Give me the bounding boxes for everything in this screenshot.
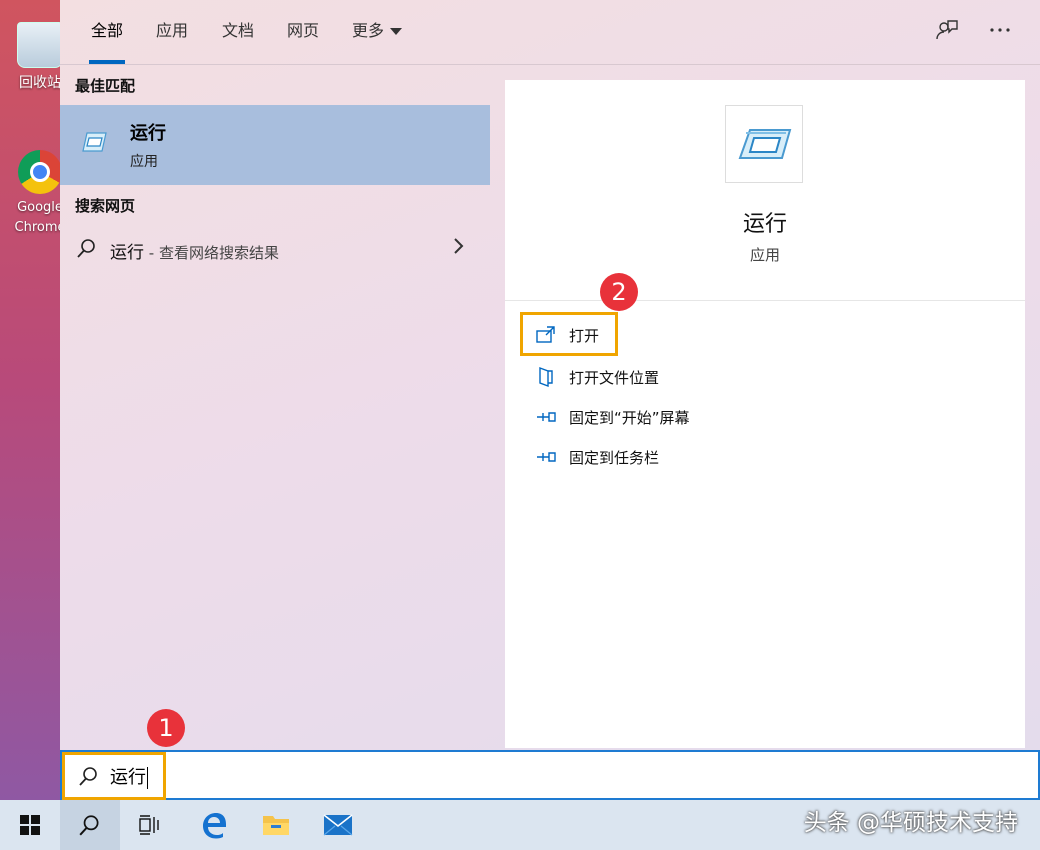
divider — [505, 300, 1025, 301]
task-view-icon — [139, 815, 159, 835]
web-result-hint: - 查看网络搜索结果 — [144, 244, 279, 262]
taskbar-search-button[interactable] — [60, 800, 120, 850]
edge-icon — [203, 813, 226, 839]
pin-icon — [535, 446, 557, 468]
preview-app-type: 应用 — [749, 246, 780, 264]
pin-icon — [535, 406, 557, 428]
tab-apps[interactable]: 应用 — [156, 0, 188, 64]
best-match-name: 运行 — [130, 123, 166, 144]
best-match-type: 应用 — [130, 154, 158, 170]
best-match-item[interactable]: 运行 应用 — [60, 105, 490, 185]
web-heading: 搜索网页 — [75, 197, 136, 215]
task-view-button[interactable] — [120, 800, 180, 850]
feedback-icon[interactable] — [933, 18, 961, 46]
edge-button[interactable] — [184, 800, 244, 850]
mail-icon — [323, 814, 353, 836]
action-label: 打开文件位置 — [569, 369, 660, 387]
action-pin-start[interactable]: 固定到“开始”屏幕 — [525, 400, 825, 434]
tab-more[interactable]: 更多 — [352, 0, 403, 64]
windows-icon — [20, 815, 40, 835]
mail-button[interactable] — [308, 800, 368, 850]
web-result-query: 运行 — [110, 243, 144, 263]
preview-app-name: 运行 — [742, 212, 787, 237]
folder-icon — [263, 816, 289, 835]
search-icon — [78, 765, 100, 791]
start-button[interactable] — [0, 800, 60, 850]
tab-all[interactable]: 全部 — [88, 0, 126, 64]
best-match-heading: 最佳匹配 — [75, 77, 136, 95]
tab-web[interactable]: 网页 — [287, 0, 319, 64]
run-app-large-icon — [725, 105, 803, 183]
run-app-icon — [82, 131, 108, 153]
action-label: 固定到“开始”屏幕 — [569, 409, 690, 427]
search-input-value: 运行 — [110, 767, 146, 788]
web-result-text: 运行 - 查看网络搜索结果 — [110, 238, 279, 263]
search-box[interactable] — [60, 750, 1040, 800]
web-search-result[interactable]: 运行 - 查看网络搜索结果 — [60, 229, 490, 269]
step-badge-2: 2 — [600, 273, 638, 311]
search-icon — [79, 815, 99, 836]
watermark: 头条 @华硕技术支持 — [803, 810, 1018, 836]
chevron-right-icon[interactable] — [452, 235, 466, 263]
search-icon — [76, 237, 98, 263]
ellipsis-icon[interactable] — [986, 18, 1014, 46]
recycle-bin-icon — [17, 22, 63, 68]
tab-more-label: 更多 — [352, 21, 385, 40]
text-cursor — [147, 767, 148, 789]
file-explorer-button[interactable] — [246, 800, 306, 850]
tab-bar: 全部 应用 文档 网页 更多 — [60, 0, 1040, 65]
action-pin-taskbar[interactable]: 固定到任务栏 — [525, 440, 825, 474]
search-input[interactable]: 运行 — [110, 763, 148, 789]
highlight-open-action — [520, 312, 618, 356]
step-badge-1: 1 — [147, 709, 185, 747]
chevron-down-icon — [390, 28, 403, 35]
search-panel: 全部 应用 文档 网页 更多 最佳匹配 运行 应用 搜索网页 运行 - 查看网络… — [60, 0, 1040, 750]
results-list: 最佳匹配 运行 应用 搜索网页 运行 - 查看网络搜索结果 — [60, 65, 490, 750]
chrome-icon — [18, 150, 62, 194]
tab-documents[interactable]: 文档 — [222, 0, 254, 64]
file-location-icon — [535, 366, 557, 388]
preview-pane: 运行 应用 打开 打开文件位置 固定到“开始”屏幕 固定到任务栏 — [505, 80, 1025, 748]
action-open-file-location[interactable]: 打开文件位置 — [525, 360, 825, 394]
action-label: 固定到任务栏 — [569, 449, 660, 467]
